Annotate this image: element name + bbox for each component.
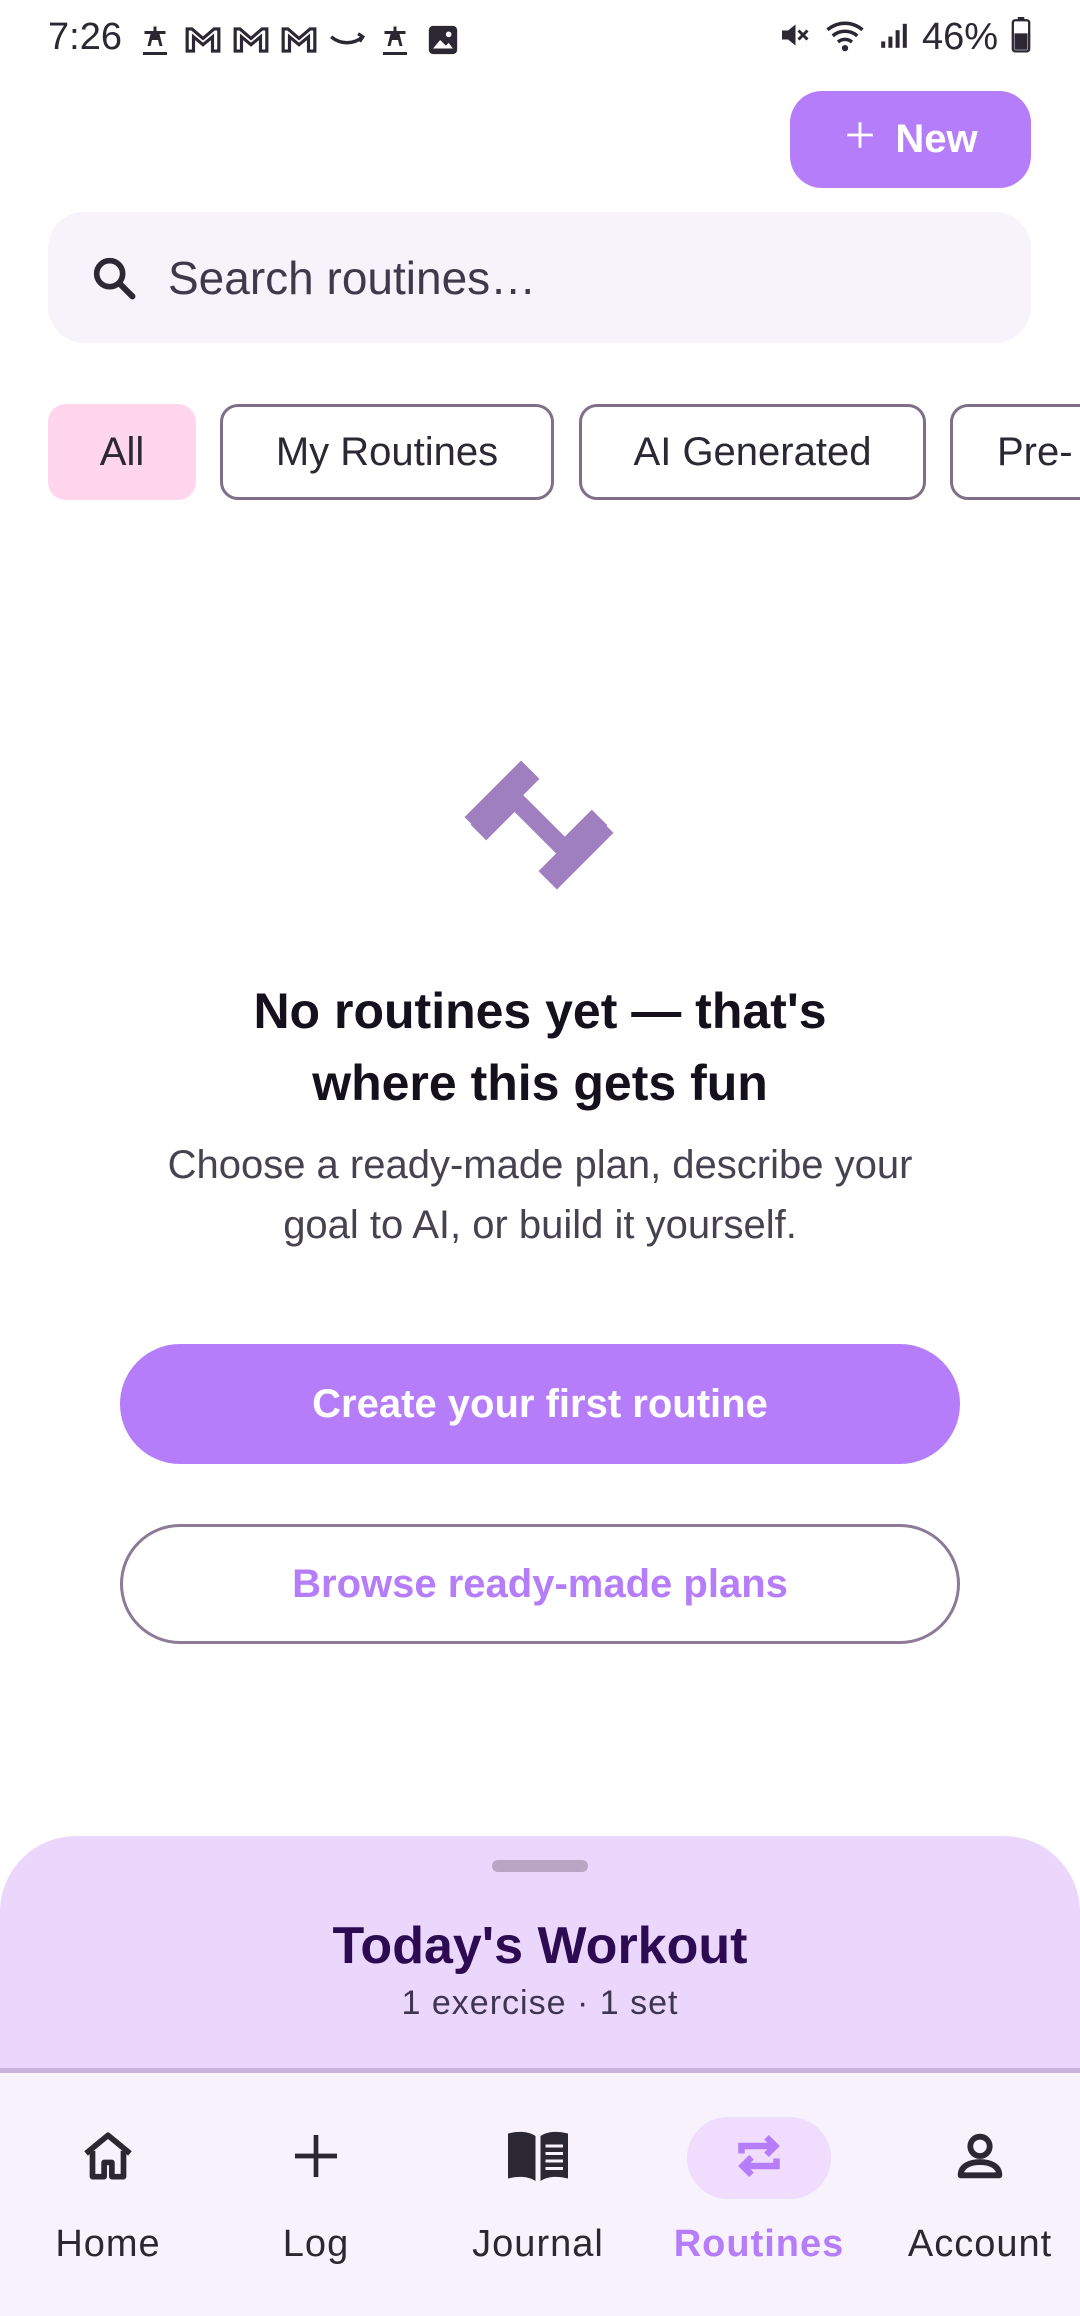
app-icon	[374, 20, 416, 60]
new-routine-button[interactable]: New	[790, 91, 1031, 188]
empty-subtitle-line: goal to AI, or build it yourself.	[283, 1203, 797, 1247]
drag-handle[interactable]	[492, 1860, 588, 1872]
person-icon	[951, 2127, 1009, 2190]
bottom-navigation: Home Log Journal Routines Account	[0, 2073, 1080, 2316]
home-icon	[77, 2125, 139, 2192]
chip-label: Pre-	[997, 429, 1073, 474]
todays-workout-sheet[interactable]: Today's Workout 1 exercise · 1 set	[0, 1836, 1080, 2072]
status-time: 7:26	[48, 16, 122, 58]
notification-icons	[134, 20, 464, 60]
nav-icon-container	[908, 2117, 1052, 2199]
nav-label: Home	[55, 2223, 161, 2265]
chip-pre-made[interactable]: Pre-	[950, 404, 1080, 500]
chip-ai-generated[interactable]: AI Generated	[579, 404, 926, 500]
nav-item-home[interactable]: Home	[0, 2073, 216, 2316]
empty-state-subtitle: Choose a ready-made plan, describe your …	[110, 1135, 970, 1255]
chip-my-routines[interactable]: My Routines	[220, 404, 554, 500]
new-button-label: New	[895, 117, 978, 161]
repeat-icon	[729, 2126, 789, 2191]
system-status: 46%	[776, 16, 1032, 59]
chip-label: All	[99, 429, 145, 474]
nav-icon-container	[36, 2117, 180, 2199]
sheet-title: Today's Workout	[332, 1917, 748, 1975]
filter-chips: All My Routines AI Generated Pre-	[48, 404, 1080, 500]
battery-percent: 46%	[921, 16, 998, 58]
barbell-icon	[454, 740, 624, 910]
nav-label: Journal	[472, 2223, 604, 2265]
button-label: Create your first routine	[312, 1381, 768, 1426]
nav-label: Account	[907, 2223, 1053, 2265]
chip-all[interactable]: All	[48, 404, 196, 500]
nav-icon-container	[244, 2117, 388, 2199]
browse-plans-button[interactable]: Browse ready-made plans	[120, 1524, 960, 1644]
app-icon	[134, 20, 176, 60]
wifi-icon	[824, 17, 866, 58]
nav-icon-container	[687, 2117, 831, 2199]
nav-label: Log	[282, 2223, 350, 2265]
search-icon	[88, 252, 140, 304]
mute-icon	[776, 17, 812, 58]
gmail-icon	[278, 20, 320, 60]
plus-icon	[288, 2128, 344, 2189]
chip-label: AI Generated	[633, 429, 872, 474]
gmail-icon	[182, 20, 224, 60]
nav-item-account[interactable]: Account	[872, 2073, 1080, 2316]
gmail-icon	[230, 20, 272, 60]
empty-title-line: where this gets fun	[312, 1055, 768, 1111]
nav-icon-container	[466, 2117, 610, 2199]
nav-label: Routines	[673, 2223, 845, 2265]
plus-icon	[843, 117, 877, 162]
empty-state-title: No routines yet — that's where this gets…	[140, 975, 940, 1119]
chip-label: My Routines	[275, 429, 499, 474]
signal-icon	[878, 19, 910, 56]
sheet-summary: 1 exercise · 1 set	[401, 1984, 679, 2022]
button-label: Browse ready-made plans	[292, 1561, 788, 1606]
search-bar[interactable]	[48, 212, 1031, 343]
amazon-icon	[326, 20, 368, 60]
battery-icon	[1010, 17, 1032, 58]
empty-subtitle-line: Choose a ready-made plan, describe your	[167, 1143, 913, 1187]
empty-title-line: No routines yet — that's	[253, 983, 827, 1039]
search-input[interactable]	[168, 212, 988, 343]
nav-item-routines[interactable]: Routines	[651, 2073, 867, 2316]
gallery-icon	[422, 20, 464, 60]
book-icon	[503, 2126, 573, 2191]
nav-item-log[interactable]: Log	[208, 2073, 424, 2316]
nav-item-journal[interactable]: Journal	[430, 2073, 646, 2316]
create-first-routine-button[interactable]: Create your first routine	[120, 1344, 960, 1464]
status-bar: 7:26 46%	[0, 0, 1080, 80]
